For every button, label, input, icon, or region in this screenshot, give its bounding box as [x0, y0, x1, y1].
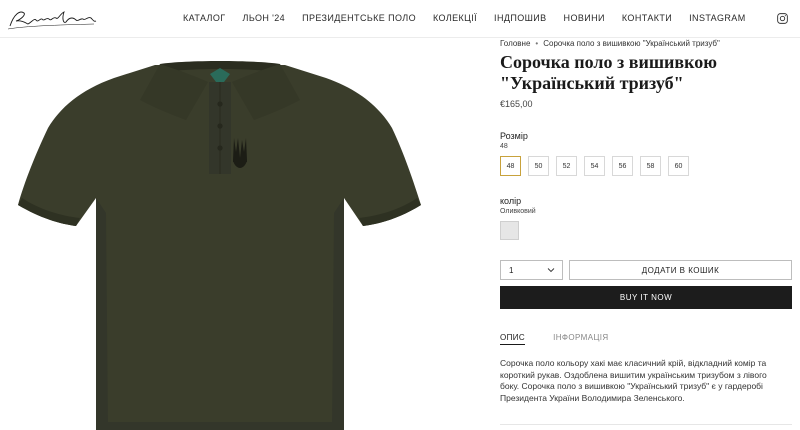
product-price: €165,00 — [500, 99, 533, 109]
divider — [500, 424, 792, 425]
size-option-56[interactable]: 56 — [612, 156, 633, 176]
chevron-down-icon — [547, 268, 555, 273]
product-title: Сорочка поло з вишивкою "Український три… — [500, 52, 718, 93]
product-description: Сорочка поло кольору хакі має класичний … — [500, 358, 767, 403]
nav-news[interactable]: НОВИНИ — [564, 13, 605, 23]
brand-logo[interactable] — [6, 4, 98, 34]
size-option-50[interactable]: 50 — [528, 156, 549, 176]
size-selected-value: 48 — [500, 143, 508, 150]
nav-catalog[interactable]: КАТАЛОГ — [183, 13, 226, 23]
color-selected-value: Оливковий — [500, 208, 536, 215]
quantity-select[interactable]: 1 — [500, 260, 563, 280]
polo-shirt-image — [18, 61, 421, 430]
size-label: Розмір — [500, 131, 528, 141]
size-option-58[interactable]: 58 — [640, 156, 661, 176]
nav-contacts[interactable]: КОНТАКТИ — [622, 13, 672, 23]
site-header: КАТАЛОГ ЛЬОН '24 ПРЕЗИДЕНТСЬКЕ ПОЛО КОЛЕ… — [0, 0, 800, 38]
size-option-60[interactable]: 60 — [668, 156, 689, 176]
size-option-48[interactable]: 48 — [500, 156, 521, 176]
add-to-cart-button[interactable]: ДОДАТИ В КОШИК — [569, 260, 792, 280]
nav-collections[interactable]: КОЛЕКЦІЇ — [433, 13, 477, 23]
nav-presidential-polo[interactable]: ПРЕЗИДЕНТСЬКЕ ПОЛО — [302, 13, 416, 23]
instagram-icon[interactable] — [777, 13, 788, 24]
product-image[interactable] — [0, 38, 490, 430]
breadcrumb-separator: • — [535, 39, 539, 48]
quantity-value: 1 — [509, 265, 514, 275]
color-label: колір — [500, 196, 522, 206]
buy-now-button[interactable]: BUY IT NOW — [500, 286, 792, 309]
color-swatch-olive[interactable] — [500, 221, 519, 240]
product-tabs: ОПИС ІНФОРМАЦІЯ — [500, 333, 637, 345]
main-nav: КАТАЛОГ ЛЬОН '24 ПРЕЗИДЕНТСЬКЕ ПОЛО КОЛЕ… — [183, 13, 763, 23]
nav-instagram[interactable]: INSTAGRAM — [689, 13, 745, 23]
tab-information[interactable]: ІНФОРМАЦІЯ — [553, 333, 608, 345]
breadcrumb-current: Сорочка поло з вишивкою "Український три… — [543, 39, 720, 48]
nav-linen-24[interactable]: ЛЬОН '24 — [243, 13, 286, 23]
nav-custom-tailoring[interactable]: ІНДПОШИВ — [494, 13, 547, 23]
breadcrumb-home[interactable]: Головне — [500, 39, 530, 48]
size-options: 48 50 52 54 56 58 60 — [500, 156, 696, 176]
breadcrumb: Головне • Сорочка поло з вишивкою "Українс… — [500, 39, 720, 48]
tab-description[interactable]: ОПИС — [500, 333, 526, 345]
size-option-52[interactable]: 52 — [556, 156, 577, 176]
size-option-54[interactable]: 54 — [584, 156, 605, 176]
